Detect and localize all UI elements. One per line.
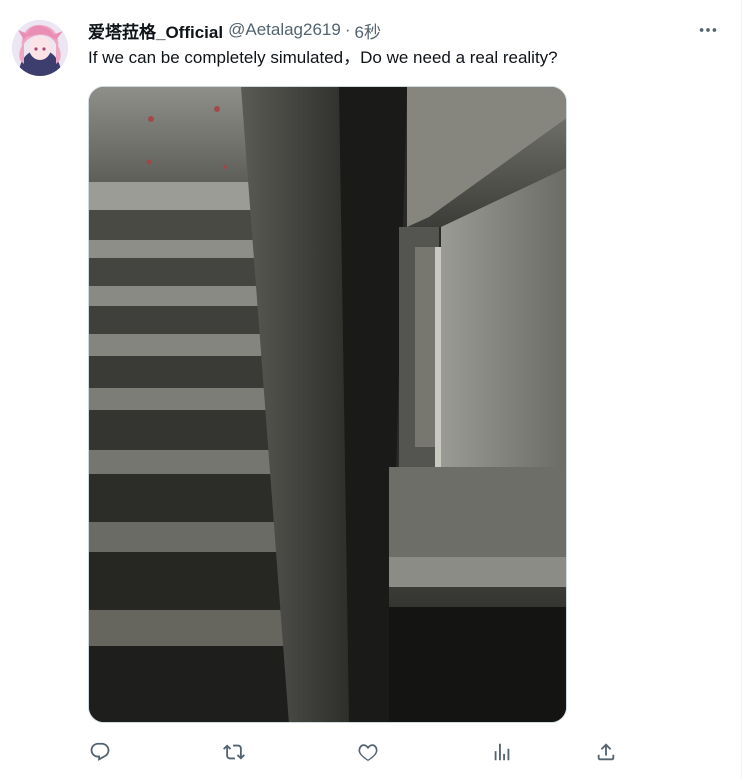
reply-button[interactable] bbox=[88, 737, 112, 767]
reply-icon bbox=[90, 742, 110, 761]
retweet-button[interactable] bbox=[222, 737, 246, 767]
tweet-text: If we can be completely simulated，Do we … bbox=[88, 48, 558, 67]
display-name[interactable]: 爱塔菈格_Official bbox=[88, 18, 223, 43]
more-options-button[interactable] bbox=[694, 18, 722, 42]
share-button[interactable] bbox=[594, 737, 618, 767]
user-handle[interactable]: @Aetalag2619 bbox=[228, 20, 341, 40]
heart-icon bbox=[358, 744, 378, 762]
share-icon bbox=[597, 743, 615, 761]
stairwell-photo bbox=[89, 87, 566, 722]
like-button[interactable] bbox=[356, 737, 380, 767]
retweet-icon bbox=[223, 744, 245, 760]
more-horizontal-icon bbox=[699, 28, 717, 32]
views-button[interactable] bbox=[490, 737, 514, 767]
tweet-card[interactable]: 爱塔菈格_Official @Aetalag2619 · 6秒 If we ca… bbox=[0, 0, 742, 779]
separator-dot: · bbox=[344, 20, 351, 39]
tweet-header: 爱塔菈格_Official @Aetalag2619 · 6秒 bbox=[88, 18, 381, 42]
avatar[interactable] bbox=[12, 20, 68, 76]
tweet-actions bbox=[88, 737, 628, 767]
analytics-icon bbox=[494, 743, 510, 761]
tweet-photo[interactable] bbox=[88, 86, 567, 723]
timestamp[interactable]: 6秒 bbox=[355, 18, 381, 43]
avatar-image bbox=[12, 20, 68, 76]
